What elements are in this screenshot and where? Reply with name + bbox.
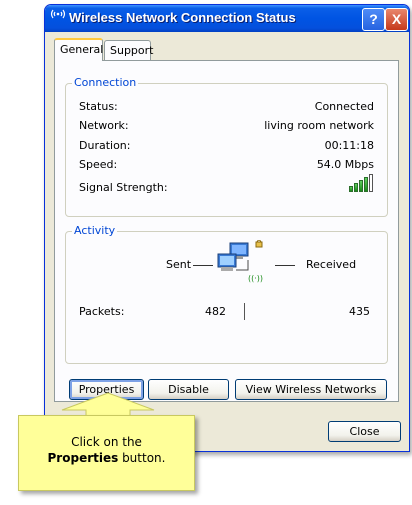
sent-line bbox=[193, 265, 213, 266]
instruction-callout: Click on the Properties button. bbox=[18, 415, 195, 491]
activity-group-label: Activity bbox=[72, 224, 118, 237]
signal-bar-4 bbox=[364, 177, 368, 192]
signal-strength-label: Signal Strength: bbox=[79, 181, 168, 194]
wireless-icon bbox=[50, 8, 66, 20]
packets-received-value: 435 bbox=[349, 305, 370, 318]
tab-general[interactable]: General bbox=[54, 38, 103, 61]
title-bar[interactable]: Wireless Network Connection Status ? X bbox=[45, 5, 409, 32]
signal-row: Signal Strength: bbox=[79, 181, 374, 195]
window-title: Wireless Network Connection Status bbox=[69, 10, 296, 25]
connection-group: Connection Status: Connected Network: li… bbox=[65, 76, 388, 217]
status-value: Connected bbox=[314, 100, 374, 113]
callout-line-1: Click on the bbox=[71, 435, 142, 449]
help-button[interactable]: ? bbox=[362, 8, 385, 31]
disable-button[interactable]: Disable bbox=[148, 379, 229, 400]
network-computers-icon: ((·)) bbox=[216, 239, 274, 284]
received-label: Received bbox=[306, 258, 357, 271]
sent-label: Sent bbox=[166, 258, 192, 271]
view-wireless-networks-button[interactable]: View Wireless Networks bbox=[235, 379, 387, 400]
status-label: Status: bbox=[79, 100, 118, 113]
callout-line-2-rest: button. bbox=[118, 451, 166, 465]
signal-bar-5 bbox=[369, 174, 373, 192]
callout-bold-text: Properties bbox=[47, 451, 119, 465]
duration-value: 00:11:18 bbox=[324, 139, 374, 152]
general-panel: Connection Status: Connected Network: li… bbox=[54, 60, 399, 402]
packets-sent-value: 482 bbox=[205, 305, 226, 318]
signal-bar-3 bbox=[359, 180, 363, 192]
close-window-button[interactable]: X bbox=[385, 8, 408, 31]
speed-row: Speed: 54.0 Mbps bbox=[79, 158, 374, 172]
activity-group: Activity Sent ((·)) Received Packets: 48… bbox=[65, 224, 388, 364]
speed-label: Speed: bbox=[79, 158, 118, 171]
packets-label: Packets: bbox=[79, 305, 125, 318]
status-dialog: Wireless Network Connection Status ? X G… bbox=[44, 4, 410, 452]
network-label: Network: bbox=[79, 119, 129, 132]
signal-strength-icon bbox=[349, 172, 375, 192]
callout-line-2: Properties button. bbox=[19, 450, 194, 466]
network-row: Network: living room network bbox=[79, 119, 374, 133]
signal-bar-1 bbox=[349, 186, 353, 192]
network-value: living room network bbox=[264, 119, 374, 132]
tab-support[interactable]: Support bbox=[104, 40, 153, 60]
duration-row: Duration: 00:11:18 bbox=[79, 139, 374, 153]
status-row: Status: Connected bbox=[79, 100, 374, 114]
received-line bbox=[275, 265, 295, 266]
signal-bar-2 bbox=[354, 183, 358, 192]
connection-group-label: Connection bbox=[72, 76, 139, 89]
duration-label: Duration: bbox=[79, 139, 131, 152]
close-button[interactable]: Close bbox=[328, 421, 401, 442]
svg-text:((·)): ((·)) bbox=[248, 274, 263, 283]
packets-divider bbox=[244, 303, 245, 320]
speed-value: 54.0 Mbps bbox=[316, 158, 374, 171]
